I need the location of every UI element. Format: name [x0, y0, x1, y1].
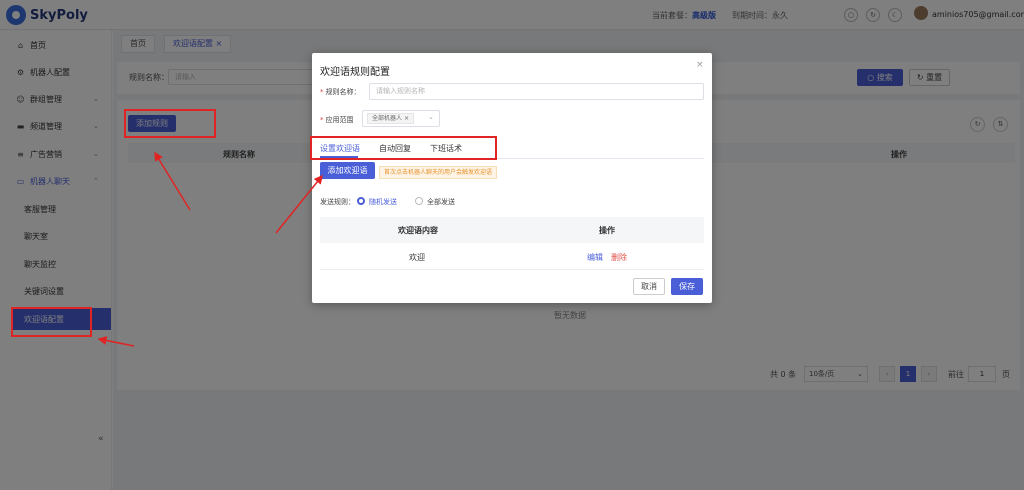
annotation-arrow [275, 174, 323, 234]
annotation-arrow [154, 151, 191, 211]
annotation-arrows [97, 151, 323, 347]
annotation-arrow [97, 336, 135, 347]
